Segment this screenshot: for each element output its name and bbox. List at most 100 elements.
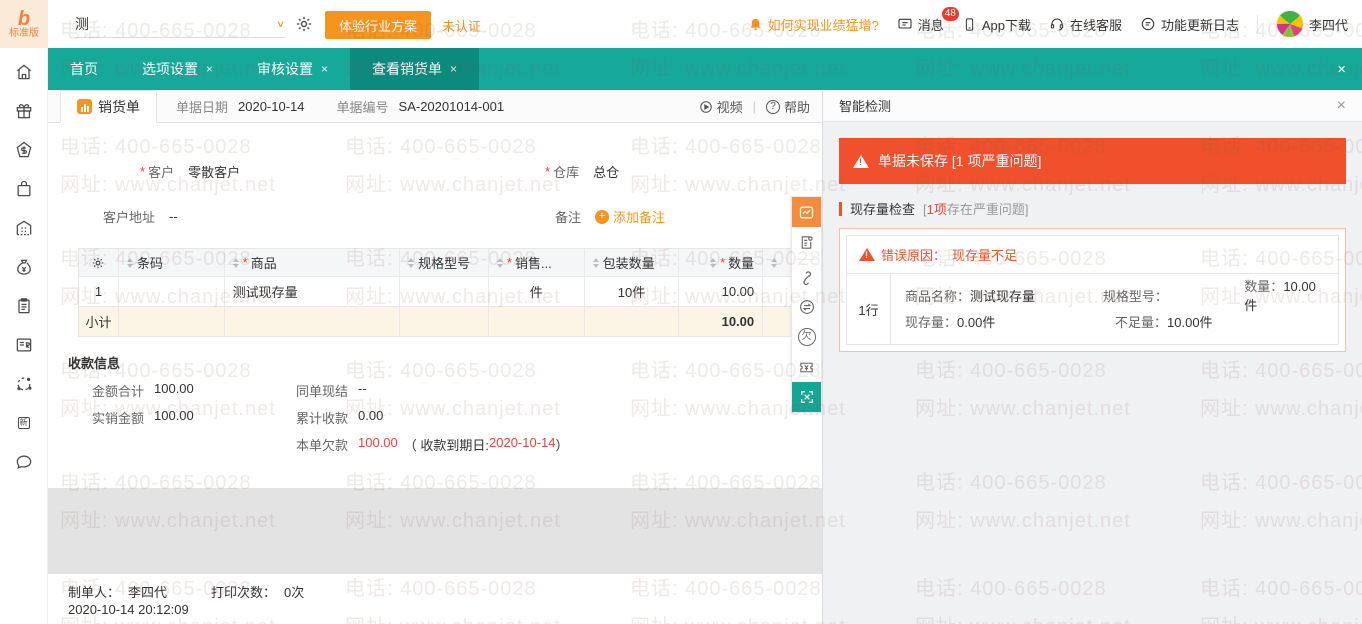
- subtotal-qty: 10.00: [679, 307, 763, 337]
- tabbar-close-all-icon[interactable]: ×: [1331, 48, 1352, 90]
- sidebar-item-home[interactable]: [0, 52, 48, 91]
- sort-icon[interactable]: [127, 258, 133, 268]
- messages-badge: 48: [941, 6, 960, 22]
- app-logo[interactable]: b 标准版: [0, 0, 48, 48]
- sort-icon[interactable]: [771, 258, 777, 268]
- exchange-button[interactable]: [792, 292, 821, 322]
- header-qty[interactable]: *数量: [679, 249, 763, 277]
- shortage-value: 10.00件: [1167, 315, 1213, 330]
- company-select[interactable]: 测 ∨: [75, 10, 285, 38]
- header-barcode[interactable]: 条码: [119, 249, 225, 277]
- cell-qty[interactable]: 10.00: [679, 277, 763, 307]
- tab-audit-settings[interactable]: 审核设置 ×: [235, 48, 350, 90]
- cell-product[interactable]: 测试现存量: [225, 277, 400, 307]
- tab-view-sales-order[interactable]: 查看销货单 ×: [350, 48, 479, 90]
- spec-label: 规格型号：: [1103, 289, 1168, 304]
- actual-label: 实销金额: [66, 408, 144, 427]
- creator-label: 制单人：: [68, 582, 120, 601]
- customer-value: 零散客户: [188, 162, 240, 181]
- sidebar-item-accounts[interactable]: [0, 325, 48, 364]
- online-service-button[interactable]: 在线客服: [1049, 15, 1122, 34]
- sidebar-item-funds[interactable]: [0, 247, 48, 286]
- tab-home[interactable]: 首页: [48, 48, 120, 90]
- trial-plan-button[interactable]: 体验行业方案: [325, 11, 431, 39]
- promo-link[interactable]: 如何实现业绩猛增?: [748, 15, 879, 34]
- online-service-label: 在线客服: [1070, 15, 1122, 34]
- coupon-button[interactable]: [792, 352, 821, 382]
- header-product[interactable]: *商品: [225, 249, 400, 277]
- stock-value: 0.00件: [957, 315, 995, 330]
- chevron-down-icon: ∨: [276, 18, 285, 29]
- sort-icon[interactable]: [233, 258, 239, 268]
- settings-gear-icon[interactable]: [295, 15, 313, 33]
- floating-toolbar: 欠: [791, 196, 822, 413]
- messages-button[interactable]: 消息 48: [897, 15, 944, 34]
- account-card-icon: [14, 335, 34, 355]
- message-icon: [897, 16, 913, 32]
- sidebar-item-new-features[interactable]: 新: [0, 403, 48, 442]
- creator-value: 李四代: [128, 582, 167, 601]
- cell-barcode[interactable]: [119, 277, 225, 307]
- sidebar-item-inventory[interactable]: [0, 208, 48, 247]
- avatar: [1276, 10, 1304, 38]
- close-icon[interactable]: ×: [1337, 97, 1346, 115]
- sort-icon[interactable]: [497, 258, 503, 268]
- link-button[interactable]: [792, 262, 821, 292]
- stock-check-section-title: 现存量检查 [1项存在严重问题]: [839, 199, 1346, 218]
- cell-unit[interactable]: 件: [489, 277, 585, 307]
- payment-received: 累计收款 0.00: [288, 408, 383, 427]
- payment-section-title: 收款信息: [68, 353, 120, 372]
- arrears-button[interactable]: 欠: [792, 322, 821, 352]
- sidebar-item-gift[interactable]: [0, 91, 48, 130]
- customer-field[interactable]: * 客户 零散客户: [140, 162, 240, 181]
- sidebar-item-sync[interactable]: [0, 364, 48, 403]
- money-bag-icon: [14, 257, 34, 277]
- warehouse-field[interactable]: * 仓库 总仓: [545, 162, 619, 181]
- smart-check-toggle-button[interactable]: [792, 197, 821, 227]
- tab-sales-order-doc[interactable]: 销货单: [60, 90, 157, 123]
- error-reason-row: 错误原因： 现存量不足: [847, 236, 1338, 274]
- close-icon[interactable]: ×: [321, 62, 328, 76]
- expand-button[interactable]: [792, 382, 821, 412]
- cert-status-link[interactable]: 未认证: [442, 16, 481, 35]
- note-edit-button[interactable]: [792, 227, 821, 257]
- tab-option-settings[interactable]: 选项设置 ×: [120, 48, 235, 90]
- sidebar-item-purchase[interactable]: [0, 169, 48, 208]
- sort-icon[interactable]: [408, 258, 414, 268]
- sort-icon[interactable]: [710, 258, 716, 268]
- sort-icon[interactable]: [593, 258, 599, 268]
- app-download-button[interactable]: App下载: [962, 15, 1031, 34]
- header-pack-qty[interactable]: 包装数量: [585, 249, 680, 277]
- help-link[interactable]: ? 帮助: [766, 97, 810, 116]
- column-settings-button[interactable]: [79, 249, 119, 277]
- changelog-button[interactable]: 功能更新日志: [1140, 15, 1239, 34]
- payment-actual: 实销金额 100.00: [66, 408, 194, 427]
- headset-icon: [1049, 16, 1065, 32]
- video-link[interactable]: 视频: [699, 97, 743, 116]
- debt-note-suffix: ）: [556, 435, 569, 454]
- close-icon[interactable]: ×: [450, 62, 457, 76]
- error-detail-row: 1行 商品名称：测试现存量 规格型号： 数量：10.00件 现存量：0.00件 …: [847, 274, 1338, 344]
- warehouse-label: 仓库: [553, 162, 579, 181]
- payment-total: 金额合计 100.00: [66, 381, 194, 400]
- cell-spec[interactable]: [400, 277, 489, 307]
- promo-text: 如何实现业绩猛增?: [768, 15, 879, 34]
- note-edit-icon: [798, 234, 815, 251]
- add-remark-button[interactable]: + 添加备注: [595, 207, 665, 226]
- phone-icon: [962, 17, 977, 32]
- sidebar-item-orders[interactable]: [0, 286, 48, 325]
- close-icon[interactable]: ×: [206, 62, 213, 76]
- header-unit[interactable]: *销售...: [489, 249, 585, 277]
- sidebar-item-sales[interactable]: [0, 130, 48, 169]
- warning-icon: [853, 155, 869, 168]
- user-menu[interactable]: 李四代: [1276, 10, 1348, 38]
- sidebar-item-feedback[interactable]: [0, 442, 48, 481]
- cell-pack-qty[interactable]: 10件: [585, 277, 680, 307]
- dotted-circle-icon: [14, 374, 34, 394]
- qty-label: 数量：: [1244, 279, 1283, 294]
- doc-date-label: 单据日期: [176, 97, 228, 116]
- shortage-label: 不足量：: [1115, 315, 1167, 330]
- address-field[interactable]: 客户地址 --: [103, 207, 178, 226]
- header-spec[interactable]: 规格型号: [400, 249, 489, 277]
- table-row[interactable]: 1 测试现存量 件 10件 10.00: [79, 277, 821, 307]
